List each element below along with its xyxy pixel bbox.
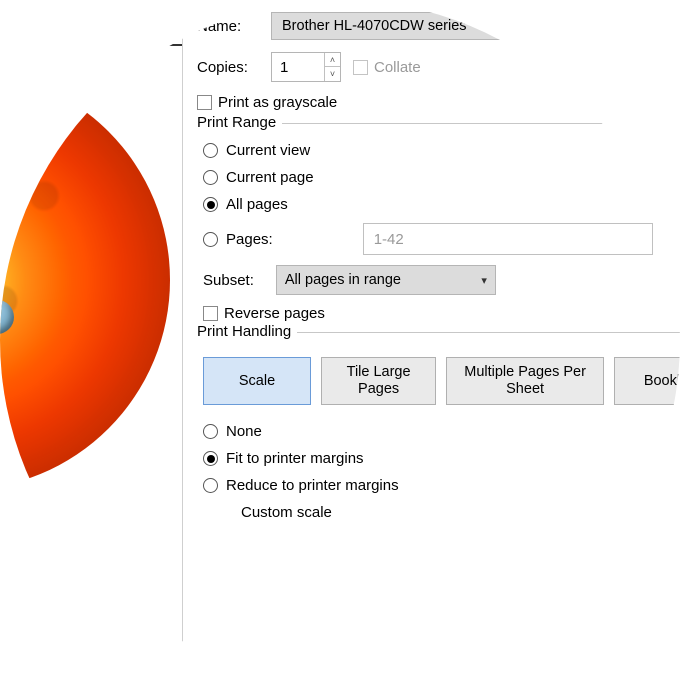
- subset-label: Subset:: [203, 272, 254, 289]
- sun-graphic: [0, 70, 170, 490]
- copies-label: Copies:: [197, 59, 271, 76]
- custom-scale-label: Custom scale: [241, 504, 680, 521]
- document-page: Su y Venus Neptu s Earth Urar he eight m…: [0, 0, 200, 680]
- copies-stepper[interactable]: 1 ˄ ˅: [271, 52, 341, 82]
- radio-dot[interactable]: [203, 170, 218, 185]
- reverse-label: Reverse pages: [224, 305, 325, 322]
- spinner[interactable]: ˄ ˅: [324, 53, 340, 81]
- tab-scale[interactable]: Scale: [203, 357, 311, 405]
- radio-scale-none[interactable]: None: [203, 423, 680, 440]
- radio-current-view[interactable]: Current view: [203, 142, 680, 159]
- radio-label: Fit to printer margins: [226, 450, 364, 467]
- printer-value: Brother HL-4070CDW series: [282, 18, 467, 34]
- print-range-legend: Print Range: [197, 114, 282, 131]
- tab-booklet[interactable]: Booklet: [614, 357, 680, 405]
- chevron-down-icon: ▾: [481, 274, 487, 287]
- radio-reduce-margins[interactable]: Reduce to printer margins: [203, 477, 680, 494]
- printer-select[interactable]: Brother HL-4070CDW series: [271, 12, 680, 40]
- radio-pages[interactable]: Pages:: [203, 231, 273, 248]
- grayscale-label: Print as grayscale: [218, 94, 337, 111]
- subset-select[interactable]: All pages in range ▾: [276, 265, 496, 295]
- chevron-down-icon[interactable]: ˅: [325, 67, 340, 81]
- print-range-group: Print Range Current view Current page Al…: [197, 123, 680, 322]
- checkbox-box[interactable]: [203, 306, 218, 321]
- radio-dot[interactable]: [203, 451, 218, 466]
- caption-line: he eight major p: [0, 496, 6, 513]
- vignette-mask: Su y Venus Neptu s Earth Urar he eight m…: [0, 0, 680, 680]
- figure-caption: he eight major p ts are listed i SA/JPL;…: [0, 495, 38, 555]
- radio-label: Current page: [226, 169, 314, 186]
- checkbox-box: [353, 60, 368, 75]
- radio-label: Pages:: [226, 231, 273, 248]
- tab-label: Booklet: [644, 373, 680, 390]
- collate-checkbox: Collate: [353, 59, 421, 76]
- reverse-checkbox[interactable]: Reverse pages: [203, 305, 680, 322]
- radio-current-page[interactable]: Current page: [203, 169, 680, 186]
- radio-dot[interactable]: [203, 232, 218, 247]
- copies-value: 1: [280, 59, 288, 76]
- radio-all-pages[interactable]: All pages: [203, 196, 680, 213]
- tab-tile-large-pages[interactable]: Tile Large Pages: [321, 357, 436, 405]
- pages-placeholder: 1-42: [374, 231, 404, 248]
- checkbox-box[interactable]: [197, 95, 212, 110]
- subset-value: All pages in range: [285, 272, 401, 288]
- name-label: Name:: [197, 18, 271, 35]
- radio-label: Reduce to printer margins: [226, 477, 399, 494]
- info-icon[interactable]: i: [669, 231, 680, 247]
- radio-label: All pages: [226, 196, 288, 213]
- print-dialog: Name: Brother HL-4070CDW series Copies: …: [182, 0, 680, 680]
- radio-fit-margins[interactable]: Fit to printer margins: [203, 450, 680, 467]
- collate-label: Collate: [374, 59, 421, 76]
- print-handling-group: Print Handling Scale Tile Large Pages Mu…: [197, 332, 680, 521]
- print-handling-legend: Print Handling: [197, 323, 297, 340]
- pages-input[interactable]: 1-42: [363, 223, 653, 255]
- tab-label: Scale: [239, 373, 275, 390]
- chevron-up-icon[interactable]: ˄: [325, 53, 340, 67]
- tab-label: Multiple Pages Per Sheet: [461, 364, 589, 397]
- radio-dot[interactable]: [203, 424, 218, 439]
- radio-dot[interactable]: [203, 197, 218, 212]
- tab-label: Tile Large Pages: [336, 364, 421, 397]
- grayscale-checkbox[interactable]: Print as grayscale: [197, 94, 337, 111]
- radio-dot[interactable]: [203, 143, 218, 158]
- tab-multiple-per-sheet[interactable]: Multiple Pages Per Sheet: [446, 357, 604, 405]
- radio-label: Current view: [226, 142, 310, 159]
- hr: [0, 44, 200, 46]
- radio-label: None: [226, 423, 262, 440]
- radio-dot[interactable]: [203, 478, 218, 493]
